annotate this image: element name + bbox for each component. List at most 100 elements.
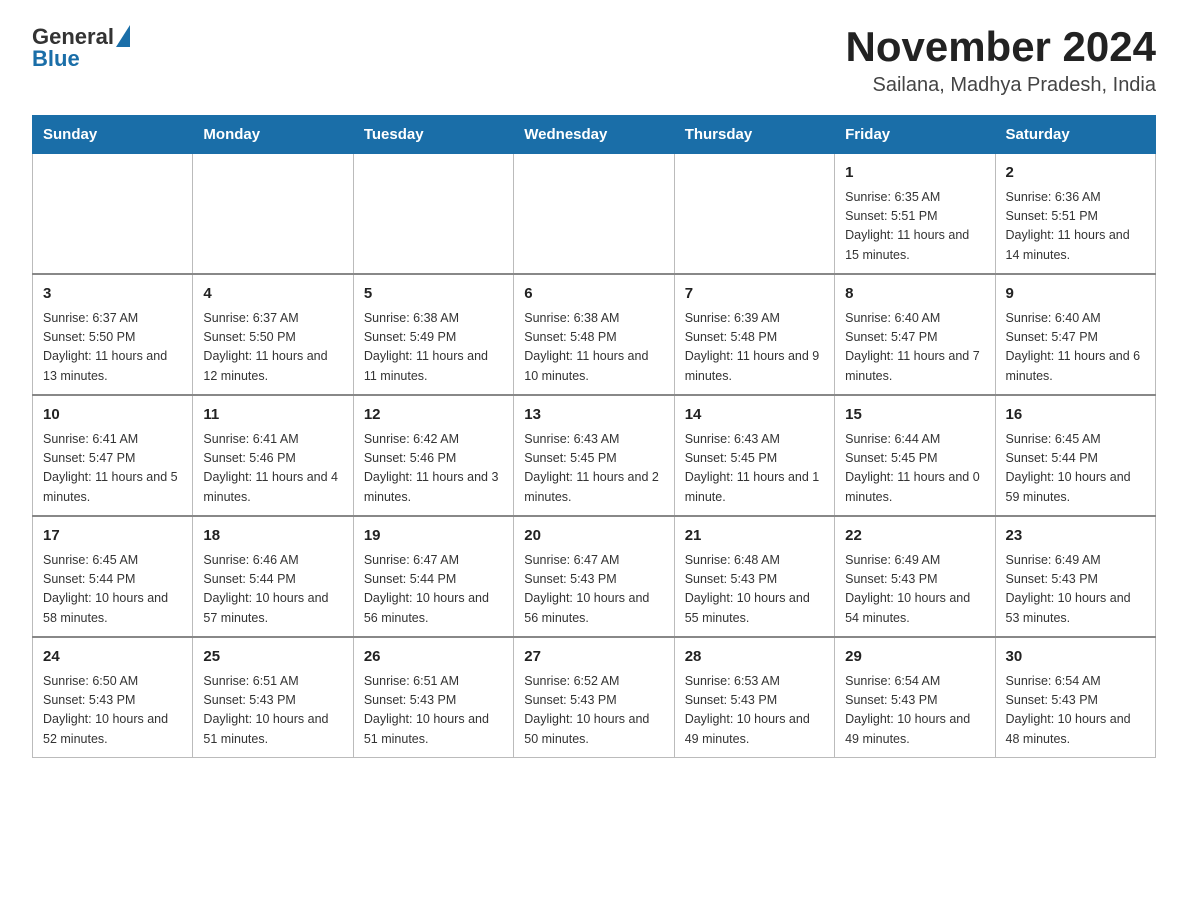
day-number: 9 xyxy=(1006,283,1145,306)
day-info: Sunrise: 6:39 AMSunset: 5:48 PMDaylight:… xyxy=(685,309,824,387)
calendar-cell: 26Sunrise: 6:51 AMSunset: 5:43 PMDayligh… xyxy=(353,637,513,758)
day-info: Sunrise: 6:45 AMSunset: 5:44 PMDaylight:… xyxy=(1006,430,1145,508)
week-row-2: 3 Sunrise: 6:37 AMSunset: 5:50 PMDaylight… xyxy=(33,274,1156,395)
calendar-cell: 18Sunrise: 6:46 AMSunset: 5:44 PMDayligh… xyxy=(193,516,353,637)
calendar-cell: 8 Sunrise: 6:40 AMSunset: 5:47 PMDaylight… xyxy=(835,274,995,395)
weekday-header-saturday: Saturday xyxy=(995,116,1155,154)
day-number: 26 xyxy=(364,646,503,669)
weekday-header-row: SundayMondayTuesdayWednesdayThursdayFrid… xyxy=(33,116,1156,154)
calendar-cell: 17 Sunrise: 6:45 AMSunset: 5:44 PMDayligh… xyxy=(33,516,193,637)
day-number: 15 xyxy=(845,404,984,427)
day-number: 18 xyxy=(203,525,342,548)
calendar-cell: 10Sunrise: 6:41 AMSunset: 5:47 PMDayligh… xyxy=(33,395,193,516)
day-number: 16 xyxy=(1006,404,1145,427)
day-number: 3 xyxy=(43,283,182,306)
day-info: Sunrise: 6:54 AMSunset: 5:43 PMDaylight:… xyxy=(845,672,984,750)
calendar-cell: 22 Sunrise: 6:49 AMSunset: 5:43 PMDayligh… xyxy=(835,516,995,637)
week-row-1: 1Sunrise: 6:35 AMSunset: 5:51 PMDaylight… xyxy=(33,154,1156,275)
calendar-cell: 6 Sunrise: 6:38 AMSunset: 5:48 PMDaylight… xyxy=(514,274,674,395)
day-number: 12 xyxy=(364,404,503,427)
day-info: Sunrise: 6:48 AMSunset: 5:43 PMDaylight:… xyxy=(685,551,824,629)
calendar-cell xyxy=(514,154,674,275)
day-info: Sunrise: 6:41 AMSunset: 5:46 PMDaylight:… xyxy=(203,430,342,508)
week-row-5: 24 Sunrise: 6:50 AMSunset: 5:43 PMDayligh… xyxy=(33,637,1156,758)
day-number: 1 xyxy=(845,162,984,185)
calendar-cell: 30Sunrise: 6:54 AMSunset: 5:43 PMDayligh… xyxy=(995,637,1155,758)
day-info: Sunrise: 6:54 AMSunset: 5:43 PMDaylight:… xyxy=(1006,672,1145,750)
day-number: 29 xyxy=(845,646,984,669)
calendar-cell: 11Sunrise: 6:41 AMSunset: 5:46 PMDayligh… xyxy=(193,395,353,516)
weekday-header-thursday: Thursday xyxy=(674,116,834,154)
day-info: Sunrise: 6:53 AMSunset: 5:43 PMDaylight:… xyxy=(685,672,824,750)
page-header: General Blue November 2024 Sailana, Madh… xyxy=(32,24,1156,97)
day-number: 27 xyxy=(524,646,663,669)
day-info: Sunrise: 6:37 AMSunset: 5:50 PMDaylight:… xyxy=(203,309,342,387)
calendar-cell: 16 Sunrise: 6:45 AMSunset: 5:44 PMDayligh… xyxy=(995,395,1155,516)
location-subtitle: Sailana, Madhya Pradesh, India xyxy=(845,74,1156,97)
day-info: Sunrise: 6:49 AMSunset: 5:43 PMDaylight:… xyxy=(1006,551,1145,629)
day-info: Sunrise: 6:50 AMSunset: 5:43 PMDaylight:… xyxy=(43,672,182,750)
day-info: Sunrise: 6:38 AMSunset: 5:48 PMDaylight:… xyxy=(524,309,663,387)
day-number: 28 xyxy=(685,646,824,669)
weekday-header-tuesday: Tuesday xyxy=(353,116,513,154)
day-number: 22 xyxy=(845,525,984,548)
calendar-cell xyxy=(33,154,193,275)
calendar-cell: 24 Sunrise: 6:50 AMSunset: 5:43 PMDayligh… xyxy=(33,637,193,758)
calendar-table: SundayMondayTuesdayWednesdayThursdayFrid… xyxy=(32,115,1156,758)
calendar-cell: 20Sunrise: 6:47 AMSunset: 5:43 PMDayligh… xyxy=(514,516,674,637)
day-info: Sunrise: 6:40 AMSunset: 5:47 PMDaylight:… xyxy=(1006,309,1145,387)
day-number: 2 xyxy=(1006,162,1145,185)
day-info: Sunrise: 6:41 AMSunset: 5:47 PMDaylight:… xyxy=(43,430,182,508)
calendar-cell: 1Sunrise: 6:35 AMSunset: 5:51 PMDaylight… xyxy=(835,154,995,275)
day-info: Sunrise: 6:51 AMSunset: 5:43 PMDaylight:… xyxy=(203,672,342,750)
day-info: Sunrise: 6:47 AMSunset: 5:43 PMDaylight:… xyxy=(524,551,663,629)
calendar-cell: 4 Sunrise: 6:37 AMSunset: 5:50 PMDaylight… xyxy=(193,274,353,395)
calendar-cell: 29 Sunrise: 6:54 AMSunset: 5:43 PMDayligh… xyxy=(835,637,995,758)
calendar-cell: 9 Sunrise: 6:40 AMSunset: 5:47 PMDaylight… xyxy=(995,274,1155,395)
weekday-header-wednesday: Wednesday xyxy=(514,116,674,154)
day-number: 17 xyxy=(43,525,182,548)
day-info: Sunrise: 6:43 AMSunset: 5:45 PMDaylight:… xyxy=(685,430,824,508)
calendar-cell: 27 Sunrise: 6:52 AMSunset: 5:43 PMDayligh… xyxy=(514,637,674,758)
weekday-header-monday: Monday xyxy=(193,116,353,154)
day-info: Sunrise: 6:49 AMSunset: 5:43 PMDaylight:… xyxy=(845,551,984,629)
day-number: 6 xyxy=(524,283,663,306)
day-number: 24 xyxy=(43,646,182,669)
day-number: 21 xyxy=(685,525,824,548)
calendar-cell: 19 Sunrise: 6:47 AMSunset: 5:44 PMDayligh… xyxy=(353,516,513,637)
calendar-cell: 2 Sunrise: 6:36 AMSunset: 5:51 PMDaylight… xyxy=(995,154,1155,275)
day-number: 19 xyxy=(364,525,503,548)
day-number: 4 xyxy=(203,283,342,306)
day-info: Sunrise: 6:40 AMSunset: 5:47 PMDaylight:… xyxy=(845,309,984,387)
calendar-cell xyxy=(193,154,353,275)
day-info: Sunrise: 6:45 AMSunset: 5:44 PMDaylight:… xyxy=(43,551,182,629)
day-info: Sunrise: 6:43 AMSunset: 5:45 PMDaylight:… xyxy=(524,430,663,508)
calendar-cell xyxy=(353,154,513,275)
month-title: November 2024 xyxy=(845,24,1156,70)
weekday-header-friday: Friday xyxy=(835,116,995,154)
calendar-cell: 14 Sunrise: 6:43 AMSunset: 5:45 PMDayligh… xyxy=(674,395,834,516)
calendar-cell: 15 Sunrise: 6:44 AMSunset: 5:45 PMDayligh… xyxy=(835,395,995,516)
day-number: 23 xyxy=(1006,525,1145,548)
calendar-cell: 13Sunrise: 6:43 AMSunset: 5:45 PMDayligh… xyxy=(514,395,674,516)
week-row-3: 10Sunrise: 6:41 AMSunset: 5:47 PMDayligh… xyxy=(33,395,1156,516)
calendar-cell: 3 Sunrise: 6:37 AMSunset: 5:50 PMDaylight… xyxy=(33,274,193,395)
day-info: Sunrise: 6:42 AMSunset: 5:46 PMDaylight:… xyxy=(364,430,503,508)
day-info: Sunrise: 6:37 AMSunset: 5:50 PMDaylight:… xyxy=(43,309,182,387)
calendar-cell: 28 Sunrise: 6:53 AMSunset: 5:43 PMDayligh… xyxy=(674,637,834,758)
calendar-cell xyxy=(674,154,834,275)
calendar-cell: 25Sunrise: 6:51 AMSunset: 5:43 PMDayligh… xyxy=(193,637,353,758)
calendar-cell: 23 Sunrise: 6:49 AMSunset: 5:43 PMDayligh… xyxy=(995,516,1155,637)
logo-triangle-icon xyxy=(116,25,130,47)
day-number: 5 xyxy=(364,283,503,306)
day-number: 7 xyxy=(685,283,824,306)
title-block: November 2024 Sailana, Madhya Pradesh, I… xyxy=(845,24,1156,97)
logo-blue-text: Blue xyxy=(32,46,80,72)
day-info: Sunrise: 6:52 AMSunset: 5:43 PMDaylight:… xyxy=(524,672,663,750)
calendar-cell: 5Sunrise: 6:38 AMSunset: 5:49 PMDaylight… xyxy=(353,274,513,395)
day-info: Sunrise: 6:36 AMSunset: 5:51 PMDaylight:… xyxy=(1006,188,1145,266)
day-info: Sunrise: 6:44 AMSunset: 5:45 PMDaylight:… xyxy=(845,430,984,508)
day-number: 8 xyxy=(845,283,984,306)
day-number: 14 xyxy=(685,404,824,427)
day-info: Sunrise: 6:47 AMSunset: 5:44 PMDaylight:… xyxy=(364,551,503,629)
